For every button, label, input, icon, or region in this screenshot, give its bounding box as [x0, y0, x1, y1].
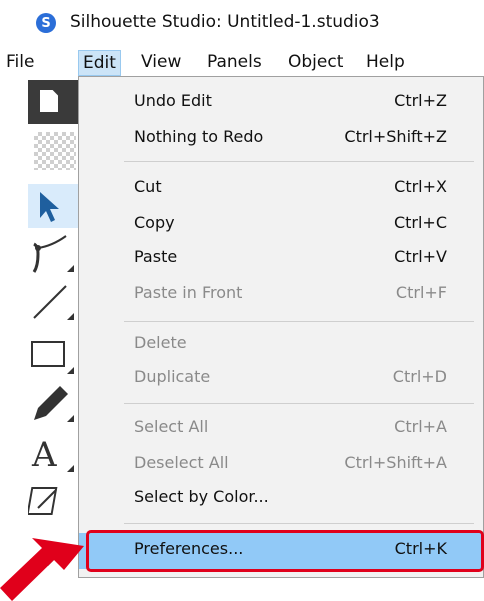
menu-panels[interactable]: Panels [207, 50, 262, 76]
text-tool-icon[interactable]: A [28, 430, 74, 475]
menu-item-label: Paste in Front [134, 283, 243, 302]
menu-separator [124, 161, 474, 162]
menu-item-paste[interactable]: Paste Ctrl+V [79, 241, 483, 275]
edit-menu-dropdown: Undo Edit Ctrl+Z Nothing to Redo Ctrl+Sh… [78, 76, 484, 578]
page-icon[interactable] [28, 80, 80, 124]
left-toolbar: A [0, 80, 80, 601]
menu-item-shortcut: Ctrl+Shift+A [344, 453, 447, 472]
rectangle-tool-icon[interactable] [28, 332, 74, 376]
menu-item-label: Cut [134, 177, 162, 196]
menu-item-paste-in-front[interactable]: Paste in Front Ctrl+F [79, 277, 483, 311]
menu-item-shortcut: Ctrl+Z [394, 91, 447, 110]
pencil-tool-icon[interactable] [28, 380, 74, 424]
menu-help[interactable]: Help [366, 50, 405, 76]
title-bar: S Silhouette Studio: Untitled-1.studio3 [0, 0, 484, 46]
menu-item-shortcut: Ctrl+V [394, 247, 447, 266]
menu-item-duplicate[interactable]: Duplicate Ctrl+D [79, 361, 483, 395]
menu-item-shortcut: Ctrl+X [394, 177, 447, 196]
menu-item-deselect-all[interactable]: Deselect All Ctrl+Shift+A [79, 447, 483, 481]
point-edit-icon[interactable] [28, 232, 74, 276]
menu-separator [124, 403, 474, 404]
menu-separator [124, 321, 474, 322]
menu-item-cut[interactable]: Cut Ctrl+X [79, 171, 483, 205]
menu-item-shortcut: Ctrl+C [393, 213, 447, 232]
preferences-highlight-box [86, 530, 484, 572]
knife-edit-icon[interactable] [26, 478, 72, 522]
window-title: Silhouette Studio: Untitled-1.studio3 [70, 12, 380, 32]
menu-item-label: Duplicate [134, 367, 211, 386]
menu-separator [124, 523, 474, 524]
menu-item-shortcut: Ctrl+A [394, 417, 447, 436]
menu-item-label: Undo Edit [134, 91, 212, 110]
menu-item-delete[interactable]: Delete [79, 327, 483, 361]
menu-item-label: Paste [134, 247, 178, 266]
menu-item-label: Select by Color... [134, 487, 269, 506]
menu-item-nothing-to-redo[interactable]: Nothing to Redo Ctrl+Shift+Z [79, 121, 483, 155]
menu-object[interactable]: Object [288, 50, 343, 76]
menu-edit[interactable]: Edit [78, 50, 121, 76]
menu-item-shortcut: Ctrl+F [395, 283, 447, 302]
menu-item-label: Select All [134, 417, 209, 436]
svg-text:A: A [31, 435, 57, 474]
silhouette-logo-icon: S [36, 13, 56, 33]
menu-item-label: Nothing to Redo [134, 127, 264, 146]
menu-view[interactable]: View [141, 50, 181, 76]
menu-item-label: Deselect All [134, 453, 229, 472]
menu-item-select-all[interactable]: Select All Ctrl+A [79, 411, 483, 445]
fill-pattern-icon[interactable] [34, 132, 76, 170]
menu-item-label: Copy [134, 213, 175, 232]
select-arrow-icon[interactable] [28, 184, 80, 228]
menu-item-copy[interactable]: Copy Ctrl+C [79, 207, 483, 241]
menu-item-select-by-color[interactable]: Select by Color... [79, 481, 483, 515]
menu-item-shortcut: Ctrl+D [392, 367, 447, 386]
menu-item-shortcut: Ctrl+Shift+Z [344, 127, 447, 146]
red-pointer-arrow-icon [0, 538, 84, 601]
menu-bar: File Edit View Panels Object Help [0, 50, 484, 76]
line-tool-icon[interactable] [28, 280, 74, 324]
menu-file[interactable]: File [6, 50, 34, 76]
menu-item-label: Delete [134, 333, 187, 352]
menu-item-undo-edit[interactable]: Undo Edit Ctrl+Z [79, 85, 483, 119]
